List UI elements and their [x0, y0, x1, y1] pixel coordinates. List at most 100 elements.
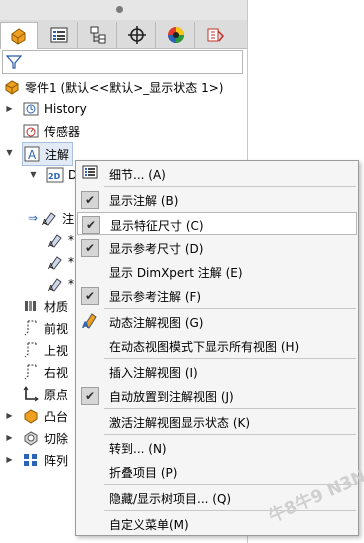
expand-history-toggle[interactable]: ▶ [5, 104, 14, 113]
tree-item-label: 原点 [44, 387, 69, 402]
panel-drag-strip[interactable] [0, 0, 247, 20]
menu-separator [104, 434, 356, 435]
menu-item-label: 自动放置到注解视图 (J) [109, 390, 234, 404]
expand-cut-toggle[interactable]: ▶ [5, 433, 14, 442]
tree-item-annotations[interactable]: A 注解 [22, 142, 74, 166]
tree-item-label: History [44, 102, 87, 116]
tree-item-annotation-view[interactable]: A * [46, 229, 74, 251]
menu-item-activate-display-state[interactable]: 激活注解视图显示状态 (K) [77, 410, 357, 433]
tree-item-annotation-view[interactable]: A * [46, 251, 74, 273]
cam-manager-icon [207, 28, 225, 42]
menu-item-show-dimxpert-annotations[interactable]: 显示 DimXpert 注解 (E) [77, 260, 357, 283]
menu-item-label: 显示特征尺寸 (C) [110, 219, 204, 233]
menu-item-collapse-items[interactable]: 折叠项目 (P) [77, 460, 357, 483]
tree-item-material[interactable]: 材质 [22, 295, 68, 317]
tree-item-front-plane[interactable]: 前视 [22, 317, 68, 339]
tab-display-manager[interactable] [157, 22, 195, 48]
tab-dimxpert-manager[interactable] [118, 22, 156, 48]
expand-pattern-toggle[interactable]: ▶ [5, 455, 14, 464]
menu-item-details[interactable]: 细节... (A) [77, 162, 357, 185]
tab-feature-manager[interactable] [0, 22, 38, 49]
checkmark-icon: ✔ [81, 386, 99, 405]
svg-text:2D: 2D [48, 172, 61, 181]
annotation-view-icon: A [46, 253, 64, 271]
menu-item-show-reference-dimensions[interactable]: ✔ 显示参考尺寸 (D) [77, 236, 357, 259]
tree-item-label: 上视 [44, 343, 69, 358]
menu-item-label: 插入注解视图 (I) [109, 366, 198, 380]
svg-text:A: A [48, 262, 54, 270]
tree-item-label: 前视 [44, 321, 69, 336]
tab-cam-manager[interactable] [196, 22, 234, 48]
tree-item-annotation-view[interactable]: A * [46, 273, 74, 295]
annotations-icon: A [23, 145, 41, 163]
menu-item-label: 激活注解视图显示状态 (K) [109, 416, 251, 430]
tree-item-sensors[interactable]: 传感器 [22, 120, 80, 142]
tree-item-label: * [68, 277, 74, 291]
tree-item-label: 传感器 [44, 124, 81, 139]
annotation-view-icon: A [46, 275, 64, 293]
tree-filter-bar[interactable] [2, 50, 243, 74]
tree-item-label: 凸台 [44, 409, 69, 424]
origin-icon [22, 385, 40, 403]
collapse-2d-toggle[interactable]: ▼ [29, 170, 38, 179]
checkmark-icon: ✔ [81, 190, 99, 209]
menu-item-label: 显示参考尺寸 (D) [109, 242, 204, 256]
annotation-view-icon: A [46, 231, 64, 249]
menu-item-show-reference-annotations[interactable]: ✔ 显示参考注解 (F) [77, 284, 357, 307]
plane-icon [22, 319, 40, 337]
dimxpert-manager-icon [127, 26, 146, 44]
tree-item-origin[interactable]: 原点 [22, 383, 68, 405]
tree-item-annotation-view-active[interactable]: ⇒ A 注 [28, 207, 74, 229]
menu-item-label: 显示参考注解 (F) [109, 290, 202, 304]
tree-root-part[interactable]: 零件1 (默认<<默认>_显示状态 1>) [3, 76, 223, 98]
checkmark-icon: ✔ [82, 215, 100, 234]
menu-item-customize-menu[interactable]: 自定义菜单(M) [77, 512, 357, 535]
tree-item-boss[interactable]: 凸台 [22, 405, 68, 427]
manager-tabs [0, 20, 247, 49]
tree-item-label: 阵列 [44, 453, 69, 468]
checkmark-icon: ✔ [81, 286, 99, 305]
svg-text:A: A [48, 240, 54, 248]
tab-property-manager[interactable] [40, 22, 78, 48]
menu-item-show-annotations[interactable]: ✔ 显示注解 (B) [77, 188, 357, 211]
tab-configuration-manager[interactable] [79, 22, 117, 48]
annotation-view-icon: A [40, 209, 58, 227]
tree-item-cut[interactable]: 切除 [22, 427, 68, 449]
tree-item-2d-view[interactable]: 2D D [46, 164, 77, 186]
tree-item-pattern[interactable]: 阵列 [22, 449, 68, 471]
menu-item-label: 在动态视图模式下显示所有视图 (H) [109, 340, 300, 354]
svg-text:A: A [82, 321, 89, 329]
plane-icon [22, 341, 40, 359]
filter-icon[interactable] [6, 54, 22, 70]
menu-separator [104, 408, 356, 409]
tree-item-label: 材质 [44, 299, 69, 314]
svg-text:A: A [42, 218, 48, 226]
tree-item-right-plane[interactable]: 右视 [22, 361, 68, 383]
dynamic-annotation-icon: A [81, 311, 99, 332]
menu-item-show-feature-dimensions[interactable]: ✔ 显示特征尺寸 (C) [77, 212, 357, 235]
menu-item-label: 折叠项目 (P) [109, 466, 178, 480]
menu-item-show-all-views-dynamic[interactable]: 在动态视图模式下显示所有视图 (H) [77, 334, 357, 357]
tree-item-top-plane[interactable]: 上视 [22, 339, 68, 361]
display-manager-icon [167, 27, 184, 43]
menu-item-label: 显示 DimXpert 注解 (E) [109, 266, 243, 280]
tree-item-history[interactable]: History [22, 98, 87, 120]
history-icon [22, 100, 40, 118]
menu-item-insert-annotation-view[interactable]: 插入注解视图 (I) [77, 360, 357, 383]
drag-handle[interactable] [116, 6, 123, 13]
menu-item-dynamic-annotation-views[interactable]: A 动态注解视图 (G) [77, 310, 357, 333]
pattern-icon [22, 451, 40, 469]
cut-icon [22, 429, 40, 447]
menu-item-label: 隐藏/显示树项目... (Q) [109, 492, 232, 506]
collapse-annotations-toggle[interactable]: ▼ [5, 148, 14, 157]
menu-item-auto-place-annotation-view[interactable]: ✔ 自动放置到注解视图 (J) [77, 384, 357, 407]
boss-icon [22, 407, 40, 425]
menu-separator [104, 308, 356, 309]
menu-item-label: 转到... (N) [109, 442, 167, 456]
material-icon [22, 297, 40, 315]
menu-item-go-to[interactable]: 转到... (N) [77, 436, 357, 459]
tree-item-label: 右视 [44, 365, 69, 380]
menu-separator [104, 186, 356, 187]
expand-boss-toggle[interactable]: ▶ [5, 411, 14, 420]
active-arrow-icon: ⇒ [28, 211, 39, 225]
